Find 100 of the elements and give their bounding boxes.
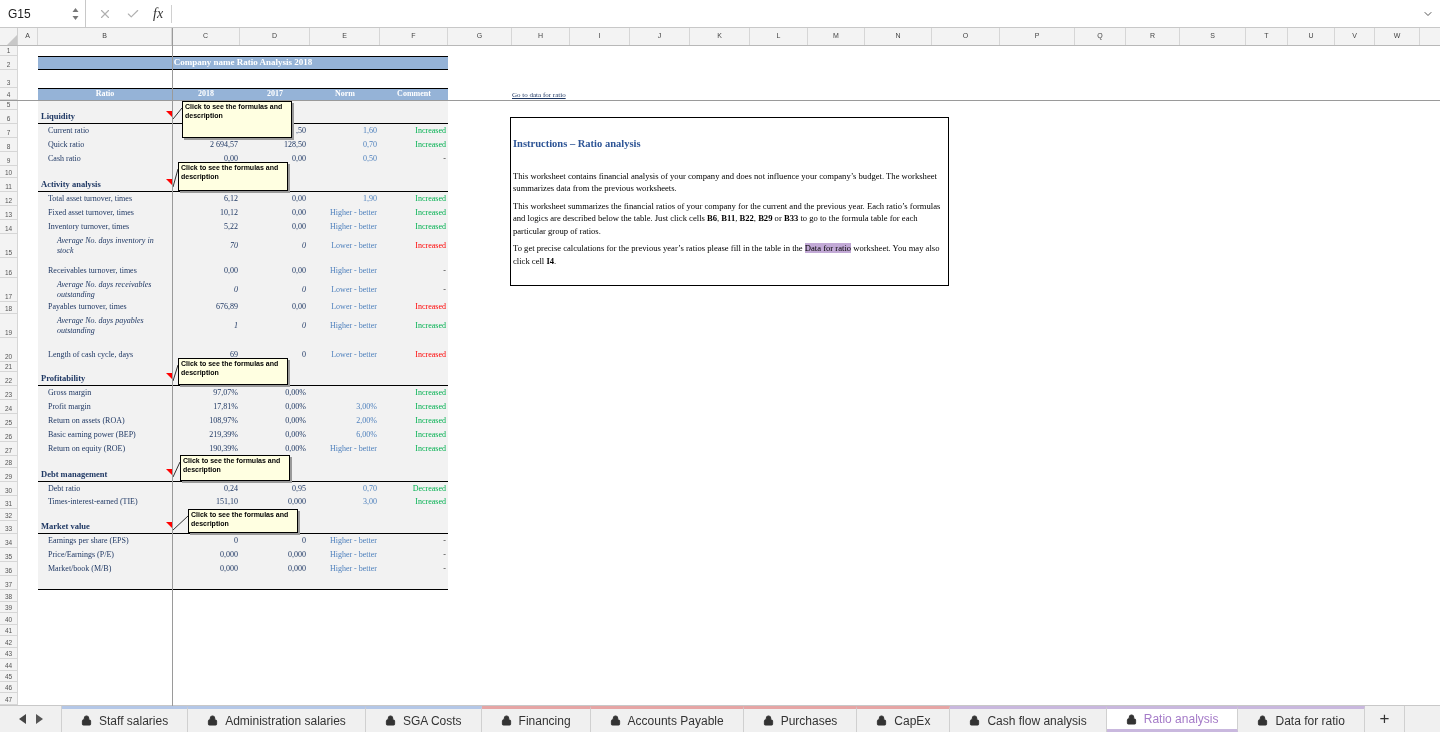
table-cell-text: 0 (301, 320, 307, 332)
table-cell-text: 0,00 (223, 153, 239, 165)
table-cell-text: 10,12 (219, 207, 239, 219)
ratio-label: Times-interest-earned (TIE) (47, 496, 139, 508)
lock-icon (384, 715, 396, 726)
comment-cell-text: Increased (414, 139, 447, 151)
ratio-label: Average No. days payables outstanding (56, 316, 145, 336)
table-cell-text: 0,00% (284, 387, 307, 399)
section-heading[interactable]: Profitability (38, 372, 86, 385)
table-cell-text: 0,00% (284, 401, 307, 413)
table-cell-text: Higher - better (328, 563, 378, 575)
section-heading[interactable]: Liquidity (38, 110, 76, 123)
ratio-label: Profit margin (47, 401, 92, 413)
function-button[interactable]: fx (153, 3, 164, 24)
table-cell-text: 0,000 (287, 563, 307, 575)
ratio-label: Return on equity (ROE) (47, 443, 127, 455)
table-cell-text: 0,70 (362, 483, 378, 495)
lock-icon (1125, 713, 1137, 725)
table-cell-text: 5,22 (223, 221, 239, 233)
table-cell-text: 0 (301, 284, 307, 296)
comment-cell-text: Increased (414, 320, 447, 332)
lock-icon (207, 715, 219, 726)
table-cell-text: 219,39% (208, 429, 239, 441)
ratio-label: Inventory turnover, times (47, 221, 131, 233)
table-cell-text: 2,00% (355, 415, 378, 427)
comment-cell-text: - (442, 549, 447, 561)
comment-cell-text: - (442, 535, 447, 547)
comment-cell-text: - (442, 153, 447, 165)
sheet-tab[interactable]: Data for ratio (1238, 706, 1365, 732)
comment-cell-text: Increased (414, 496, 447, 508)
table-cell-text: 0,00 (291, 153, 307, 165)
sheet-tab[interactable]: Cash flow analysis (950, 706, 1107, 732)
ratio-label: Average No. days inventory in stock (56, 236, 155, 256)
comment-cell-text: Increased (414, 401, 447, 413)
comment-marker-icon (166, 111, 172, 117)
sheet-tab[interactable]: SGA Costs (365, 706, 482, 732)
table-cell-text: 0,00 (291, 221, 307, 233)
comment-cell-text: Increased (414, 240, 447, 252)
ratio-label: Gross margin (47, 387, 93, 399)
table-cell-text: 108,97% (208, 415, 239, 427)
name-box[interactable]: G15 (0, 0, 86, 27)
leader-line (173, 364, 178, 382)
ratio-label: Quick ratio (47, 139, 86, 151)
sheet-tab[interactable]: Purchases (743, 706, 858, 732)
ratio-label: Basic earning power (BEP) (47, 429, 137, 441)
sheet-tab[interactable]: Administration salaries (188, 706, 366, 732)
ratio-label: Current ratio (47, 125, 91, 137)
table-cell-text: 1 (233, 320, 239, 332)
table-cell-text: 0,50 (362, 153, 378, 165)
add-sheet-button[interactable]: + (1364, 706, 1405, 732)
sheet-tab[interactable]: CapEx (857, 706, 951, 732)
sheet-tab[interactable]: Financing (481, 706, 591, 732)
comment-marker-icon (166, 373, 172, 379)
table-cell-text: 0,95 (291, 483, 307, 495)
table-cell-text: 69 (229, 349, 239, 361)
table-cell-text: 0 (233, 535, 239, 547)
sheet-tab[interactable]: Ratio analysis (1106, 706, 1239, 732)
lock-icon (876, 715, 888, 726)
table-cell-text: Lower - better (330, 284, 378, 296)
leader-line (173, 461, 180, 478)
sheet-tab[interactable]: Staff salaries (62, 706, 189, 732)
sheet-tab[interactable]: Accounts Payable (590, 706, 744, 732)
table-cell-text: 128,50 (283, 139, 307, 151)
comment-cell-text: - (442, 284, 447, 296)
instructions-paragraph: This worksheet contains financial analysis of your company and does not influence your company’s budget. The worksheet summarizes data from the previous worksheets. (513, 169, 938, 195)
table-cell-text: 0 (301, 349, 307, 361)
table-cell-text: Higher - better (328, 221, 378, 233)
stepper-icon[interactable] (72, 6, 79, 21)
comment-cell-text: Increased (414, 387, 447, 399)
table-cell-text: 0 (233, 284, 239, 296)
table-cell-text: 0 (301, 240, 307, 252)
next-sheet-icon[interactable] (35, 714, 43, 724)
table-cell-text: Higher - better (328, 265, 378, 277)
section-heading[interactable]: Market value (38, 520, 90, 533)
select-all-icon[interactable] (7, 35, 17, 45)
table-cell-text: 3,00 (362, 496, 378, 508)
section-heading[interactable]: Activity analysis (38, 178, 101, 191)
comment-cell-text: Increased (414, 415, 447, 427)
table-cell-text: 0,00% (284, 443, 307, 455)
table-cell-text: 97,07% (212, 387, 239, 399)
ratio-label: Fixed asset turnover, times (47, 207, 135, 219)
section-heading[interactable]: Debt management (38, 468, 108, 481)
table-cell-text: 0,00 (291, 193, 307, 205)
ratio-label: Average No. days receivables outstanding (56, 280, 153, 300)
table-cell-text: 1,60 (362, 125, 378, 137)
comment-cell-text: - (442, 563, 447, 575)
column-heading: 2017 (240, 88, 310, 100)
comment-cell-text: Increased (414, 125, 447, 137)
table-cell-text: 0,00 (291, 207, 307, 219)
column-heading: Norm (310, 88, 380, 100)
table-cell-text: 190,39% (208, 443, 239, 455)
lock-icon (609, 715, 621, 726)
comment-cell-text: Increased (414, 301, 447, 313)
table-cell-text: 0,00 (291, 265, 307, 277)
table-cell-text: 6,00% (355, 429, 378, 441)
lock-icon (500, 715, 512, 726)
table-cell-text: Lower - better (330, 349, 378, 361)
comment-marker-icon (166, 179, 172, 185)
previous-sheet-icon[interactable] (18, 714, 26, 724)
table-cell-text: 0,00 (223, 265, 239, 277)
